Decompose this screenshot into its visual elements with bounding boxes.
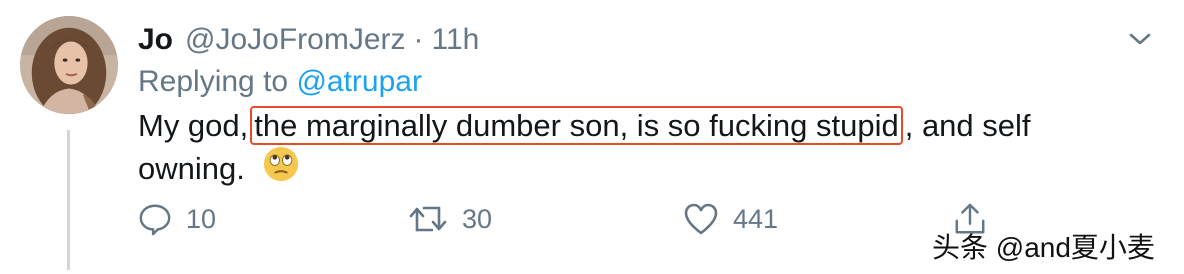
avatar[interactable] [20, 16, 118, 114]
watermark: 头条 @and夏小麦 [932, 232, 1155, 263]
header-separator: · [413, 23, 424, 56]
highlighted-text: the marginally dumber son, is so fucking… [250, 106, 903, 145]
retweet-count: 30 [462, 204, 493, 234]
reply-count: 10 [186, 204, 217, 234]
emoji-rolling-eyes-icon [263, 146, 299, 182]
avatar-photo [20, 16, 118, 114]
like-count: 441 [733, 204, 779, 234]
tweet-header: Jo @JoJoFromJerz · 11h [138, 20, 479, 60]
replying-to: Replying to @atrupar [138, 62, 422, 102]
retweet-button[interactable]: 30 [408, 198, 492, 240]
tweet-text-start: My god, [138, 108, 249, 143]
author-handle[interactable]: @JoJoFromJerz [185, 20, 406, 60]
tweet-text-end: , and self [904, 108, 1031, 143]
reply-mention-link[interactable]: @atrupar [296, 65, 422, 98]
tweet-text-line2: owning. [138, 151, 245, 186]
more-options-button[interactable] [1125, 28, 1155, 50]
reply-icon [139, 204, 171, 236]
thread-line [67, 130, 70, 270]
author-name[interactable]: Jo [138, 20, 173, 60]
chevron-down-icon [1129, 33, 1151, 45]
like-icon [684, 203, 718, 235]
like-button[interactable]: 441 [683, 198, 778, 240]
reply-button[interactable]: 10 [138, 198, 216, 240]
retweet-icon [409, 206, 447, 232]
replying-to-label: Replying to [138, 65, 289, 98]
tweet-actions: 10 30 441 [138, 198, 998, 240]
tweet-timestamp[interactable]: 11h [432, 20, 480, 60]
